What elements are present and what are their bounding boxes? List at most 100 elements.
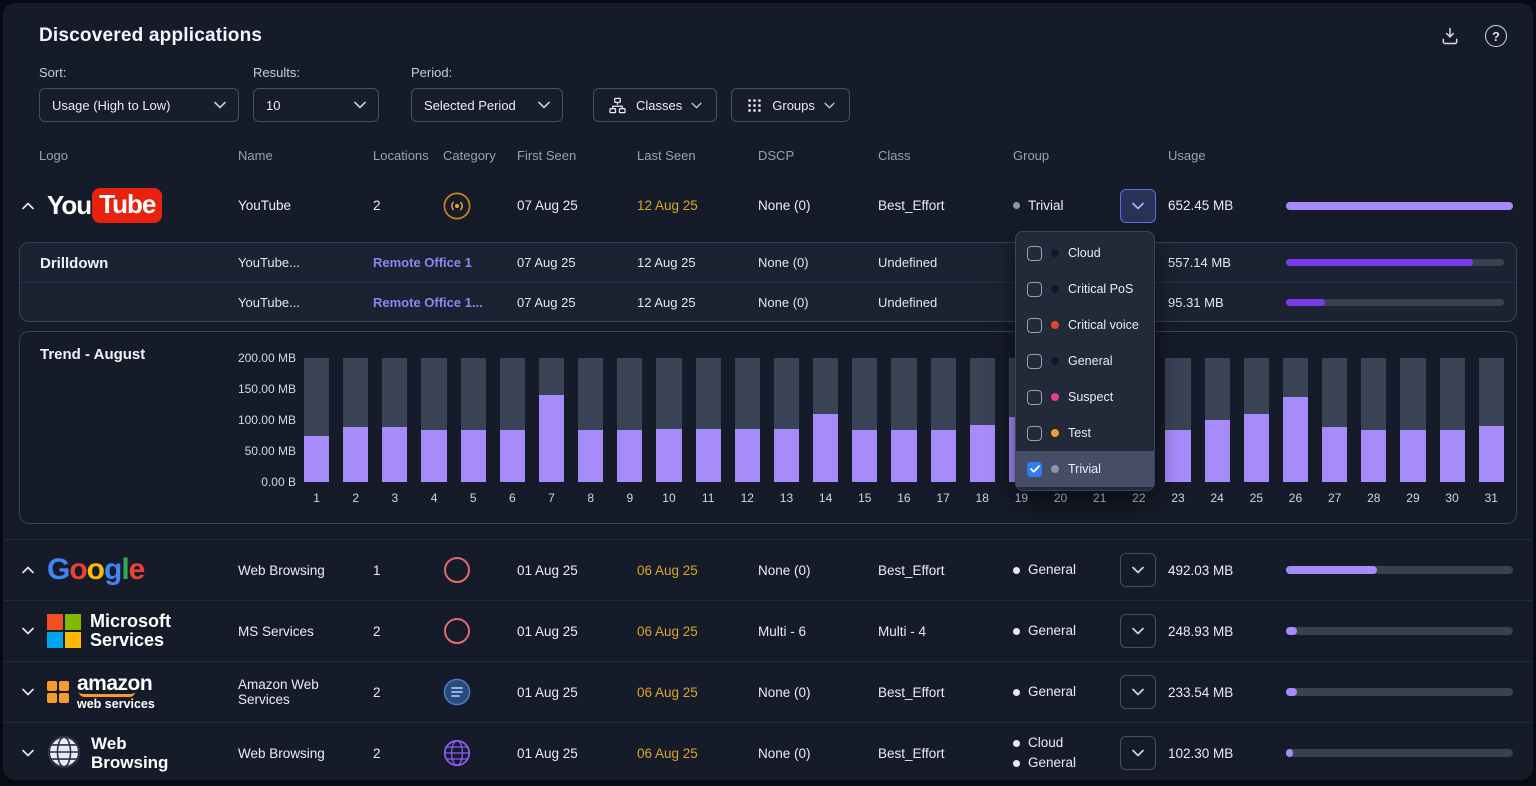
row-expand-caret[interactable] <box>19 688 37 696</box>
chart-day-column: 5 <box>461 358 486 505</box>
drilldown-name-cell: YouTube... <box>238 255 373 270</box>
group-color-dot-icon <box>1051 249 1059 257</box>
microsoft-logo-text: MicrosoftServices <box>90 612 171 650</box>
name-cell: MS Services <box>238 624 373 639</box>
help-button[interactable]: ? <box>1483 23 1509 49</box>
streaming-icon <box>443 192 517 220</box>
group-entry: General <box>1013 753 1120 773</box>
checkbox-icon[interactable] <box>1027 246 1042 261</box>
drilldown-title: Drilldown <box>40 255 108 272</box>
group-select-button[interactable] <box>1120 553 1156 587</box>
web-browsing-logo-text: WebBrowsing <box>91 734 168 772</box>
dscp-cell: Multi - 6 <box>758 624 878 639</box>
period-select[interactable]: Selected Period <box>411 88 563 122</box>
group-entry: Cloud <box>1013 733 1120 753</box>
y-axis: 200.00 MB150.00 MB100.00 MB50.00 MB0.00 … <box>234 358 296 482</box>
y-axis-tick: 150.00 MB <box>238 382 296 396</box>
checkbox-icon[interactable] <box>1027 390 1042 405</box>
chart-bar-usage <box>735 429 760 482</box>
sort-select[interactable]: Usage (High to Low) <box>39 88 239 122</box>
group-option-label: Suspect <box>1068 390 1113 404</box>
group-dot-icon <box>1013 202 1020 209</box>
results-select[interactable]: 10 <box>253 88 379 122</box>
x-axis-tick: 17 <box>931 491 956 505</box>
group-select-button[interactable] <box>1120 736 1156 770</box>
chart-bar-usage <box>461 430 486 482</box>
group-dropdown-menu: Cloud Critical PoSCritical voiceGeneral Su… <box>1015 231 1155 491</box>
group-option-trivial[interactable]: Trivial <box>1016 451 1154 487</box>
remote-office-link[interactable]: Remote Office 1... <box>373 295 483 310</box>
group-select-button[interactable] <box>1120 189 1156 223</box>
usage-bar-cell <box>1286 299 1504 306</box>
chart-day-column: 30 <box>1440 358 1465 505</box>
group-select-button[interactable] <box>1120 614 1156 648</box>
x-axis-tick: 20 <box>1048 491 1073 505</box>
category-cell <box>443 739 517 767</box>
checkbox-icon[interactable] <box>1027 426 1042 441</box>
name-cell: YouTube <box>238 198 373 213</box>
dscp-cell: None (0) <box>758 295 878 310</box>
usage-value-cell: 95.31 MB <box>1168 295 1286 310</box>
group-select-button[interactable] <box>1120 675 1156 709</box>
column-header-locations: Locations <box>373 148 443 163</box>
usage-value-cell: 557.14 MB <box>1168 255 1286 270</box>
first-seen-cell: 07 Aug 25 <box>517 295 637 310</box>
x-axis-tick: 13 <box>774 491 799 505</box>
y-axis-tick: 200.00 MB <box>238 351 296 365</box>
aws-logo: amazonweb services <box>47 674 155 710</box>
group-label: General <box>1028 753 1076 773</box>
column-header-dscp: DSCP <box>758 148 878 163</box>
classes-button[interactable]: Classes <box>593 88 717 122</box>
checkbox-icon[interactable] <box>1027 282 1042 297</box>
usage-bar-fill <box>1286 566 1377 574</box>
table-body: YouTubeYouTube207 Aug 2512 Aug 25None (0… <box>3 175 1533 780</box>
row-expand-caret[interactable] <box>19 202 37 210</box>
group-entry: General <box>1013 621 1120 641</box>
x-axis-tick: 6 <box>500 491 525 505</box>
chart-bar-usage <box>1400 430 1425 482</box>
groups-button[interactable]: Groups <box>731 88 850 122</box>
chart-bar-usage <box>1165 430 1190 482</box>
top-bar: Discovered applications ? <box>3 3 1533 49</box>
chart-day-column: 2 <box>343 358 368 505</box>
logo-line: Web <box>91 734 168 753</box>
chart-day-column: 15 <box>852 358 877 505</box>
chart-bar-total <box>1400 358 1425 482</box>
group-option-suspect[interactable]: Suspect <box>1016 379 1154 415</box>
group-color-dot-icon <box>1051 285 1059 293</box>
checkbox-icon[interactable] <box>1027 318 1042 333</box>
row-expand-caret[interactable] <box>19 749 37 757</box>
group-cell: General <box>1013 560 1120 580</box>
download-button[interactable] <box>1437 23 1463 49</box>
usage-bar-fill <box>1286 749 1293 757</box>
logo-cell: amazonweb services <box>19 674 238 710</box>
group-option-cloud[interactable]: Cloud <box>1016 235 1154 271</box>
group-option-label: Cloud <box>1068 246 1101 260</box>
checkbox-icon[interactable] <box>1027 354 1042 369</box>
group-option-test[interactable]: Test <box>1016 415 1154 451</box>
group-color-dot-icon <box>1051 321 1059 329</box>
chart-plot-area: 1234567891011121314151617181920212223242… <box>304 358 1504 505</box>
chart-bar-usage <box>891 430 916 482</box>
chart-day-column: 12 <box>735 358 760 505</box>
chevron-down-icon <box>214 101 226 109</box>
group-option-general[interactable]: General <box>1016 343 1154 379</box>
category-cell <box>443 678 517 706</box>
last-seen-cell: 12 Aug 25 <box>637 198 758 213</box>
first-seen-cell: 07 Aug 25 <box>517 198 637 213</box>
remote-office-link[interactable]: Remote Office 1 <box>373 255 472 270</box>
group-option-critical-voice[interactable]: Critical voice <box>1016 307 1154 343</box>
google-logo: Google <box>47 553 144 587</box>
row-expand-caret[interactable] <box>19 566 37 574</box>
youtube-logo-text: You <box>47 190 91 221</box>
last-seen-cell: 06 Aug 25 <box>637 563 758 578</box>
checkbox-checked-icon[interactable] <box>1027 462 1042 477</box>
chart-day-column: 1 <box>304 358 329 505</box>
group-option-critical-pos[interactable]: Critical PoS <box>1016 271 1154 307</box>
usage-value-cell: 233.54 MB <box>1168 685 1286 700</box>
row-expand-caret[interactable] <box>19 627 37 635</box>
google-logo-letter: l <box>121 553 128 586</box>
chart-bar-usage <box>852 430 877 482</box>
chart-bar-usage <box>1205 420 1230 482</box>
microsoft-logo: MicrosoftServices <box>47 612 171 650</box>
